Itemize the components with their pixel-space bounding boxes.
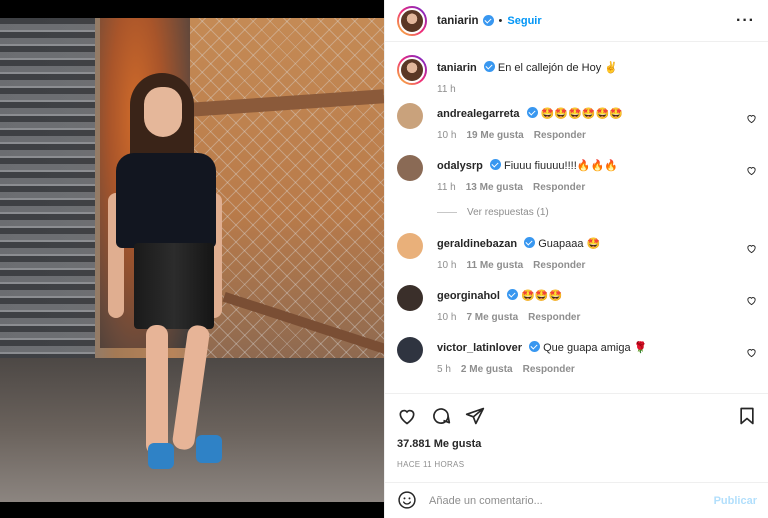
reply-button[interactable]: Responder <box>534 128 586 143</box>
comment-text: Que guapa amiga 🌹 <box>543 342 648 354</box>
share-icon[interactable] <box>465 406 485 429</box>
comment-input[interactable] <box>429 495 714 507</box>
publish-button[interactable]: Publicar <box>714 495 757 507</box>
caption-time: 11 h <box>437 84 456 95</box>
comment-time: 5 h <box>437 364 451 375</box>
verified-icon <box>489 159 501 170</box>
verified-icon <box>482 15 494 26</box>
emoji-icon[interactable] <box>397 490 417 513</box>
caption-text: En el callejón de Hoy ✌️ <box>497 62 618 74</box>
verified-icon <box>483 61 495 72</box>
author-avatar[interactable] <box>397 5 427 36</box>
verified-icon <box>529 341 541 352</box>
comment-time: 10 h <box>437 260 457 271</box>
heart-icon[interactable] <box>746 243 757 254</box>
author-username[interactable]: taniarin <box>437 15 479 27</box>
comment-username[interactable]: geraldinebazan <box>437 238 517 250</box>
comment-username[interactable]: georginahol <box>437 290 500 302</box>
likes-suffix: Me gusta <box>433 438 482 450</box>
heart-icon[interactable] <box>746 295 757 306</box>
verified-icon <box>526 107 538 118</box>
reply-button[interactable]: Responder <box>533 258 585 273</box>
follow-button[interactable]: Seguir <box>507 15 541 27</box>
commenter-avatar[interactable] <box>397 233 423 259</box>
view-replies-label: Ver respuestas (1) <box>467 207 549 218</box>
post-side-panel: taniarin • Seguir ··· taniarin En el cal… <box>384 0 768 518</box>
commenter-avatar[interactable] <box>397 337 423 363</box>
commenter-avatar[interactable] <box>397 155 423 181</box>
photo-wall <box>0 18 95 398</box>
post-timestamp[interactable]: HACE 11 HORAS <box>397 460 464 469</box>
photo-person <box>108 73 228 483</box>
post-actions: 37.881 Me gusta HACE 11 HORAS Publicar <box>385 393 768 518</box>
comment-text: 🤩🤩🤩 <box>521 290 563 302</box>
instagram-post-modal: taniarin • Seguir ··· taniarin En el cal… <box>0 0 768 518</box>
comment-icon[interactable] <box>431 406 451 429</box>
comment-likes[interactable]: 19 Me gusta <box>466 128 523 143</box>
verified-icon <box>524 237 536 248</box>
comment-text: 🤩🤩🤩🤩🤩🤩 <box>540 108 623 120</box>
comment-username[interactable]: victor_latinlover <box>437 342 522 354</box>
heart-icon[interactable] <box>746 113 757 124</box>
comment-time: 10 h <box>437 312 457 323</box>
commenter-avatar[interactable] <box>397 285 423 311</box>
replies-line <box>437 212 457 213</box>
post-photo[interactable] <box>0 18 384 502</box>
heart-icon[interactable] <box>746 347 757 358</box>
separator-dot: • <box>498 14 503 27</box>
verified-icon <box>507 289 519 300</box>
comment-username[interactable]: andrealegarreta <box>437 108 520 120</box>
comment-likes[interactable]: 2 Me gusta <box>461 362 513 377</box>
add-comment-bar: Publicar <box>385 482 768 518</box>
comment-time: 10 h <box>437 130 457 141</box>
more-icon[interactable]: ··· <box>736 12 755 30</box>
comment-text: Fiuuu fiuuuu!!!!🔥🔥🔥 <box>503 160 618 172</box>
comment-likes[interactable]: 13 Me gusta <box>466 180 523 195</box>
heart-icon[interactable] <box>397 406 417 429</box>
reply-button[interactable]: Responder <box>523 362 575 377</box>
reply-button[interactable]: Responder <box>533 180 585 195</box>
comment-likes[interactable]: 11 Me gusta <box>466 258 523 273</box>
comment-likes[interactable]: 7 Me gusta <box>466 310 518 325</box>
likes-count[interactable]: 37.881 Me gusta <box>397 438 481 450</box>
author-avatar[interactable] <box>397 55 427 85</box>
reply-button[interactable]: Responder <box>528 310 580 325</box>
heart-icon[interactable] <box>746 165 757 176</box>
commenter-avatar[interactable] <box>397 103 423 129</box>
likes-number: 37.881 <box>397 438 431 450</box>
caption-username[interactable]: taniarin <box>437 62 477 74</box>
view-replies-button[interactable]: Ver respuestas (1) <box>437 207 549 218</box>
comment-time: 11 h <box>437 182 456 193</box>
bookmark-icon[interactable] <box>737 406 757 429</box>
comment-text: Guapaaa 🤩 <box>538 238 601 250</box>
comments-list[interactable]: taniarin En el callejón de Hoy ✌️ 11 h a… <box>385 43 768 393</box>
comment-username[interactable]: odalysrp <box>437 160 483 172</box>
post-header: taniarin • Seguir ··· <box>385 0 768 42</box>
